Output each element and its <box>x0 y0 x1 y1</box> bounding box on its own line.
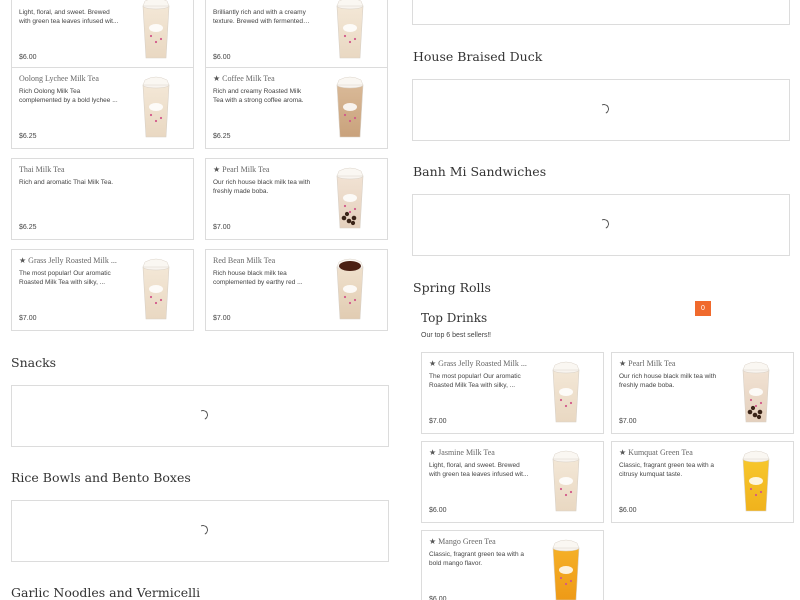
menu-item-name: ★ Pearl Milk Tea <box>213 165 270 174</box>
menu-item-description: Light, floral, and sweet. Brewed with gr… <box>429 462 529 478</box>
menu-item-name: ★ Pearl Milk Tea <box>619 359 676 368</box>
star-icon: ★ <box>213 165 223 174</box>
milk-tea-menu-item-card[interactable]: ★ Coffee Milk Tea Rich and creamy Roasted… <box>205 67 388 149</box>
menu-item-name: ★ Grass Jelly Roasted Milk ... <box>19 256 117 265</box>
drink-cup-image <box>549 360 583 424</box>
milk-tea-menu-item-card[interactable]: Oolong Lychee Milk Tea Rich Oolong Milk T… <box>11 67 194 149</box>
menu-item-name: Thai Milk Tea <box>19 165 65 174</box>
drink-cup-image <box>139 0 173 60</box>
top-drinks-subtitle: Our top 6 best sellers‼ <box>421 332 492 339</box>
section-title-garlic-noodles: Garlic Noodles and Vermicelli <box>11 585 201 600</box>
section-title-banh-mi: Banh Mi Sandwiches <box>413 164 547 179</box>
drink-cup-image <box>549 538 583 600</box>
top-drink-menu-item-card[interactable]: ★ Pearl Milk Tea Our rich house black mil… <box>611 352 794 434</box>
top-drink-menu-item-card[interactable]: ★ Jasmine Milk Tea Light, floral, and swe… <box>421 441 604 523</box>
menu-item-price: $7.00 <box>619 418 637 425</box>
drink-cup-image <box>739 449 773 513</box>
cart-count-badge[interactable]: 0 <box>695 301 711 316</box>
menu-item-description: Our rich house black milk tea with fresh… <box>213 179 311 195</box>
snacks-loading-panel <box>11 385 389 447</box>
top-drink-menu-item-card[interactable]: ★ Mango Green Tea Classic, fragrant green… <box>421 530 604 600</box>
star-icon: ★ <box>213 74 223 83</box>
menu-item-price: $6.00 <box>619 507 637 514</box>
star-icon: ★ <box>619 359 629 368</box>
braised-duck-loading-panel <box>412 79 790 141</box>
drink-cup-image <box>739 360 773 424</box>
drink-cup-image <box>333 75 367 139</box>
menu-item-price: $7.00 <box>213 224 231 231</box>
milk-tea-menu-item-card[interactable]: Light, floral, and sweet. Brewed with gr… <box>11 0 194 70</box>
milk-tea-menu-item-card[interactable]: Thai Milk Tea Rich and aromatic Thai Milk… <box>11 158 194 240</box>
loading-spinner-icon <box>597 102 611 116</box>
menu-item-price: $6.25 <box>19 133 37 140</box>
milk-tea-menu-item-card[interactable]: ★ Grass Jelly Roasted Milk ... The most p… <box>11 249 194 331</box>
menu-item-description: The most popular! Our aromatic Roasted M… <box>19 270 111 286</box>
menu-item-description: Classic, fragrant green tea with a bold … <box>429 551 525 567</box>
menu-item-description: The most popular! Our aromatic Roasted M… <box>429 373 521 389</box>
drink-cup-image <box>333 257 367 321</box>
menu-item-description: Rich and aromatic Thai Milk Tea. <box>19 179 114 186</box>
drink-cup-image <box>333 0 367 60</box>
menu-item-price: $7.00 <box>429 418 447 425</box>
top-drink-menu-item-card[interactable]: ★ Grass Jelly Roasted Milk ... The most p… <box>421 352 604 434</box>
menu-item-name: ★ Kumquat Green Tea <box>619 448 693 457</box>
milk-tea-menu-item-card[interactable]: Red Bean Milk Tea Rich house black milk t… <box>205 249 388 331</box>
star-icon: ★ <box>19 256 29 265</box>
milk-tea-menu-item-card[interactable]: ★ Pearl Milk Tea Our rich house black mil… <box>205 158 388 240</box>
drink-cup-image <box>139 257 173 321</box>
rice-bowls-loading-panel <box>11 500 389 562</box>
star-icon: ★ <box>619 448 629 457</box>
section-title-spring-rolls: Spring Rolls <box>413 280 491 295</box>
menu-item-name: Oolong Lychee Milk Tea <box>19 74 99 83</box>
previous-section-panel <box>412 0 790 25</box>
section-title-snacks: Snacks <box>11 355 57 370</box>
menu-item-description: Classic, fragrant green tea with a citru… <box>619 462 715 478</box>
menu-item-description: Rich and creamy Roasted Milk Tea with a … <box>213 88 304 104</box>
section-title-rice-bowls: Rice Bowls and Bento Boxes <box>11 470 191 485</box>
menu-item-name: ★ Coffee Milk Tea <box>213 74 275 83</box>
drink-cup-image <box>549 449 583 513</box>
menu-item-name: ★ Jasmine Milk Tea <box>429 448 495 457</box>
top-drink-menu-item-card[interactable]: ★ Kumquat Green Tea Classic, fragrant gre… <box>611 441 794 523</box>
section-title-house-braised-duck: House Braised Duck <box>413 49 543 64</box>
drink-cup-image <box>333 166 367 230</box>
menu-item-price: $6.00 <box>429 507 447 514</box>
menu-item-price: $6.00 <box>19 54 37 61</box>
star-icon: ★ <box>429 359 439 368</box>
menu-item-name: ★ Mango Green Tea <box>429 537 496 546</box>
menu-item-description: Rich house black milk tea complemented b… <box>213 270 303 286</box>
milk-tea-menu-item-card[interactable]: Brilliantly rich and with a creamy textu… <box>205 0 388 70</box>
menu-item-name: ★ Grass Jelly Roasted Milk ... <box>429 359 527 368</box>
menu-item-price: $6.00 <box>429 596 447 600</box>
star-icon: ★ <box>429 537 439 546</box>
star-icon: ★ <box>429 448 439 457</box>
banh-mi-loading-panel <box>412 194 790 256</box>
menu-item-price: $6.00 <box>213 54 231 61</box>
menu-item-description: Our rich house black milk tea with fresh… <box>619 373 717 389</box>
menu-item-description: Brilliantly rich and with a creamy textu… <box>213 9 306 25</box>
loading-spinner-icon <box>597 217 611 231</box>
menu-item-description: Rich Oolong Milk Tea complemented by a b… <box>19 88 118 104</box>
loading-spinner-icon <box>196 408 210 422</box>
menu-item-price: $7.00 <box>19 315 37 322</box>
menu-item-price: $6.25 <box>213 133 231 140</box>
section-title-top-drinks: Top Drinks <box>421 311 488 325</box>
menu-item-description: Light, floral, and sweet. Brewed with gr… <box>19 9 119 25</box>
menu-item-price: $6.25 <box>19 224 37 231</box>
menu-item-price: $7.00 <box>213 315 231 322</box>
loading-spinner-icon <box>196 523 210 537</box>
menu-item-name: Red Bean Milk Tea <box>213 256 276 265</box>
drink-cup-image <box>139 75 173 139</box>
